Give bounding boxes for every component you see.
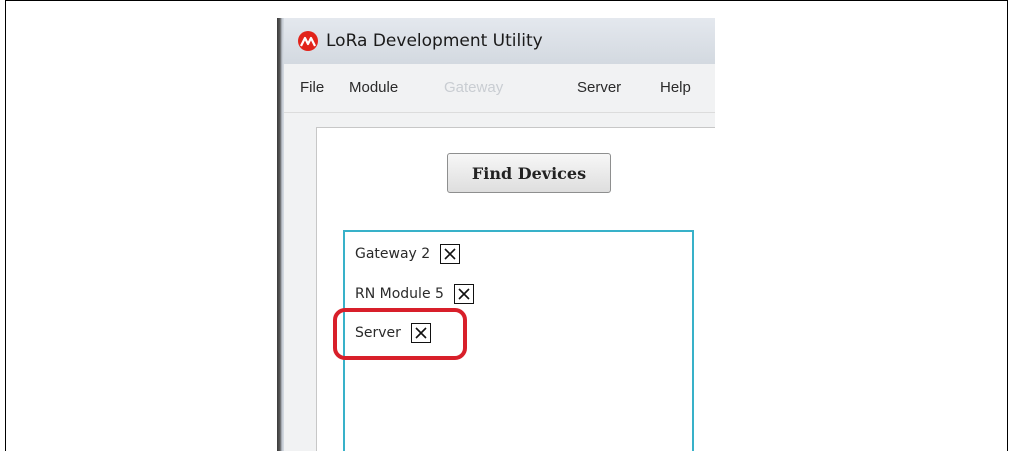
device-label: RN Module 5 <box>355 286 444 302</box>
window-title: LoRa Development Utility <box>326 31 543 51</box>
close-icon[interactable] <box>410 323 431 343</box>
menu-bar: File Module Gateway Server Help <box>284 64 715 113</box>
menu-server[interactable]: Server <box>577 79 621 96</box>
close-icon[interactable] <box>440 244 461 264</box>
window-left-edge <box>277 18 284 451</box>
menu-help[interactable]: Help <box>660 79 691 96</box>
device-label: Gateway 2 <box>355 246 431 262</box>
list-item: RN Module 5 <box>355 282 474 306</box>
title-bar[interactable]: LoRa Development Utility <box>284 18 715 64</box>
menu-module[interactable]: Module <box>349 79 398 96</box>
microchip-logo-icon <box>298 31 318 51</box>
menu-file[interactable]: File <box>300 79 324 96</box>
device-label: Server <box>355 325 401 341</box>
close-icon[interactable] <box>453 284 474 304</box>
list-item: Server <box>355 321 431 345</box>
list-item: Gateway 2 <box>355 242 461 266</box>
menu-gateway[interactable]: Gateway <box>444 79 503 96</box>
find-devices-button[interactable]: Find Devices <box>447 153 611 193</box>
device-list: Gateway 2 RN Module 5 Server <box>343 230 694 451</box>
